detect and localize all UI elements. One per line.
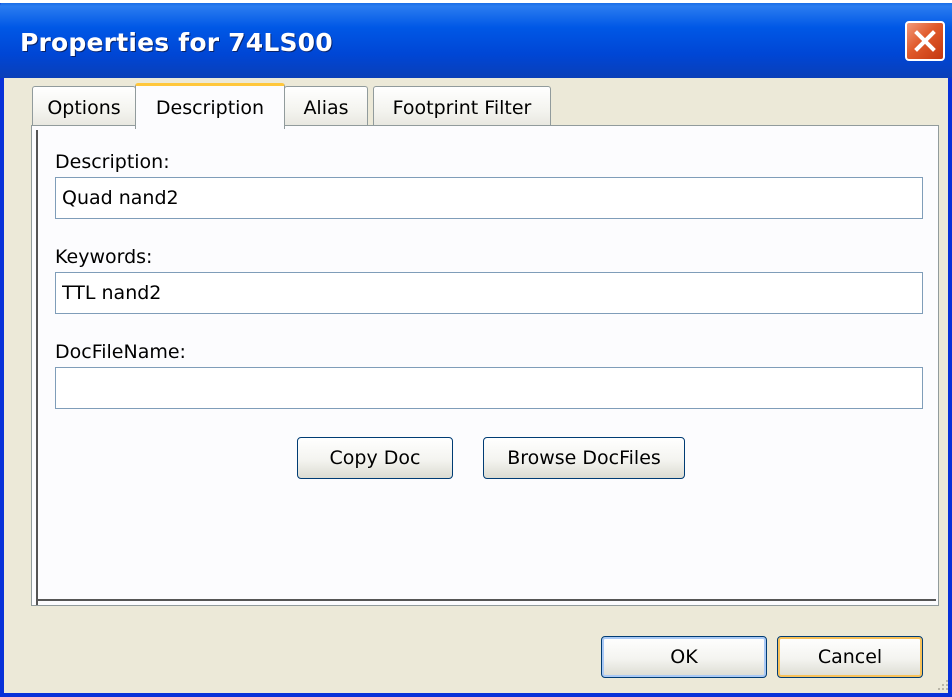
keywords-field[interactable] [55, 272, 923, 314]
title-bar[interactable]: Properties for 74LS00 [0, 0, 952, 78]
description-tab-panel: Description: Keywords: DocFileName: Copy… [31, 125, 939, 606]
copy-doc-button[interactable]: Copy Doc [297, 437, 453, 479]
panel-shadow-bottom [36, 599, 936, 601]
panel-shadow-left [36, 130, 38, 605]
title-bar-highlight [0, 0, 952, 3]
tab-alias-label: Alias [303, 96, 349, 119]
window-title: Properties for 74LS00 [20, 28, 333, 57]
description-field[interactable] [55, 177, 923, 219]
description-label: Description: [55, 151, 170, 173]
keywords-label: Keywords: [55, 246, 153, 268]
tab-footprint-filter[interactable]: Footprint Filter [373, 86, 551, 128]
cancel-label: Cancel [817, 646, 883, 668]
tab-options-label: Options [47, 96, 121, 119]
tab-description[interactable]: Description [135, 83, 285, 129]
docfilename-label: DocFileName: [55, 341, 186, 363]
browse-docfiles-label: Browse DocFiles [507, 447, 661, 469]
cancel-button[interactable]: Cancel [777, 636, 923, 678]
properties-dialog: Properties for 74LS00 Options Descriptio… [0, 0, 952, 697]
docfilename-field[interactable] [55, 367, 923, 409]
close-icon [914, 30, 936, 52]
ok-button[interactable]: OK [601, 636, 767, 678]
tab-alias[interactable]: Alias [284, 86, 368, 128]
browse-docfiles-button[interactable]: Browse DocFiles [483, 437, 685, 479]
close-button[interactable] [905, 21, 945, 61]
tab-description-label: Description [155, 96, 265, 119]
tab-options[interactable]: Options [32, 86, 136, 128]
resize-grip-icon[interactable] [934, 676, 950, 692]
copy-doc-label: Copy Doc [329, 447, 421, 469]
tab-footprint-filter-label: Footprint Filter [392, 96, 532, 119]
ok-label: OK [670, 646, 698, 668]
